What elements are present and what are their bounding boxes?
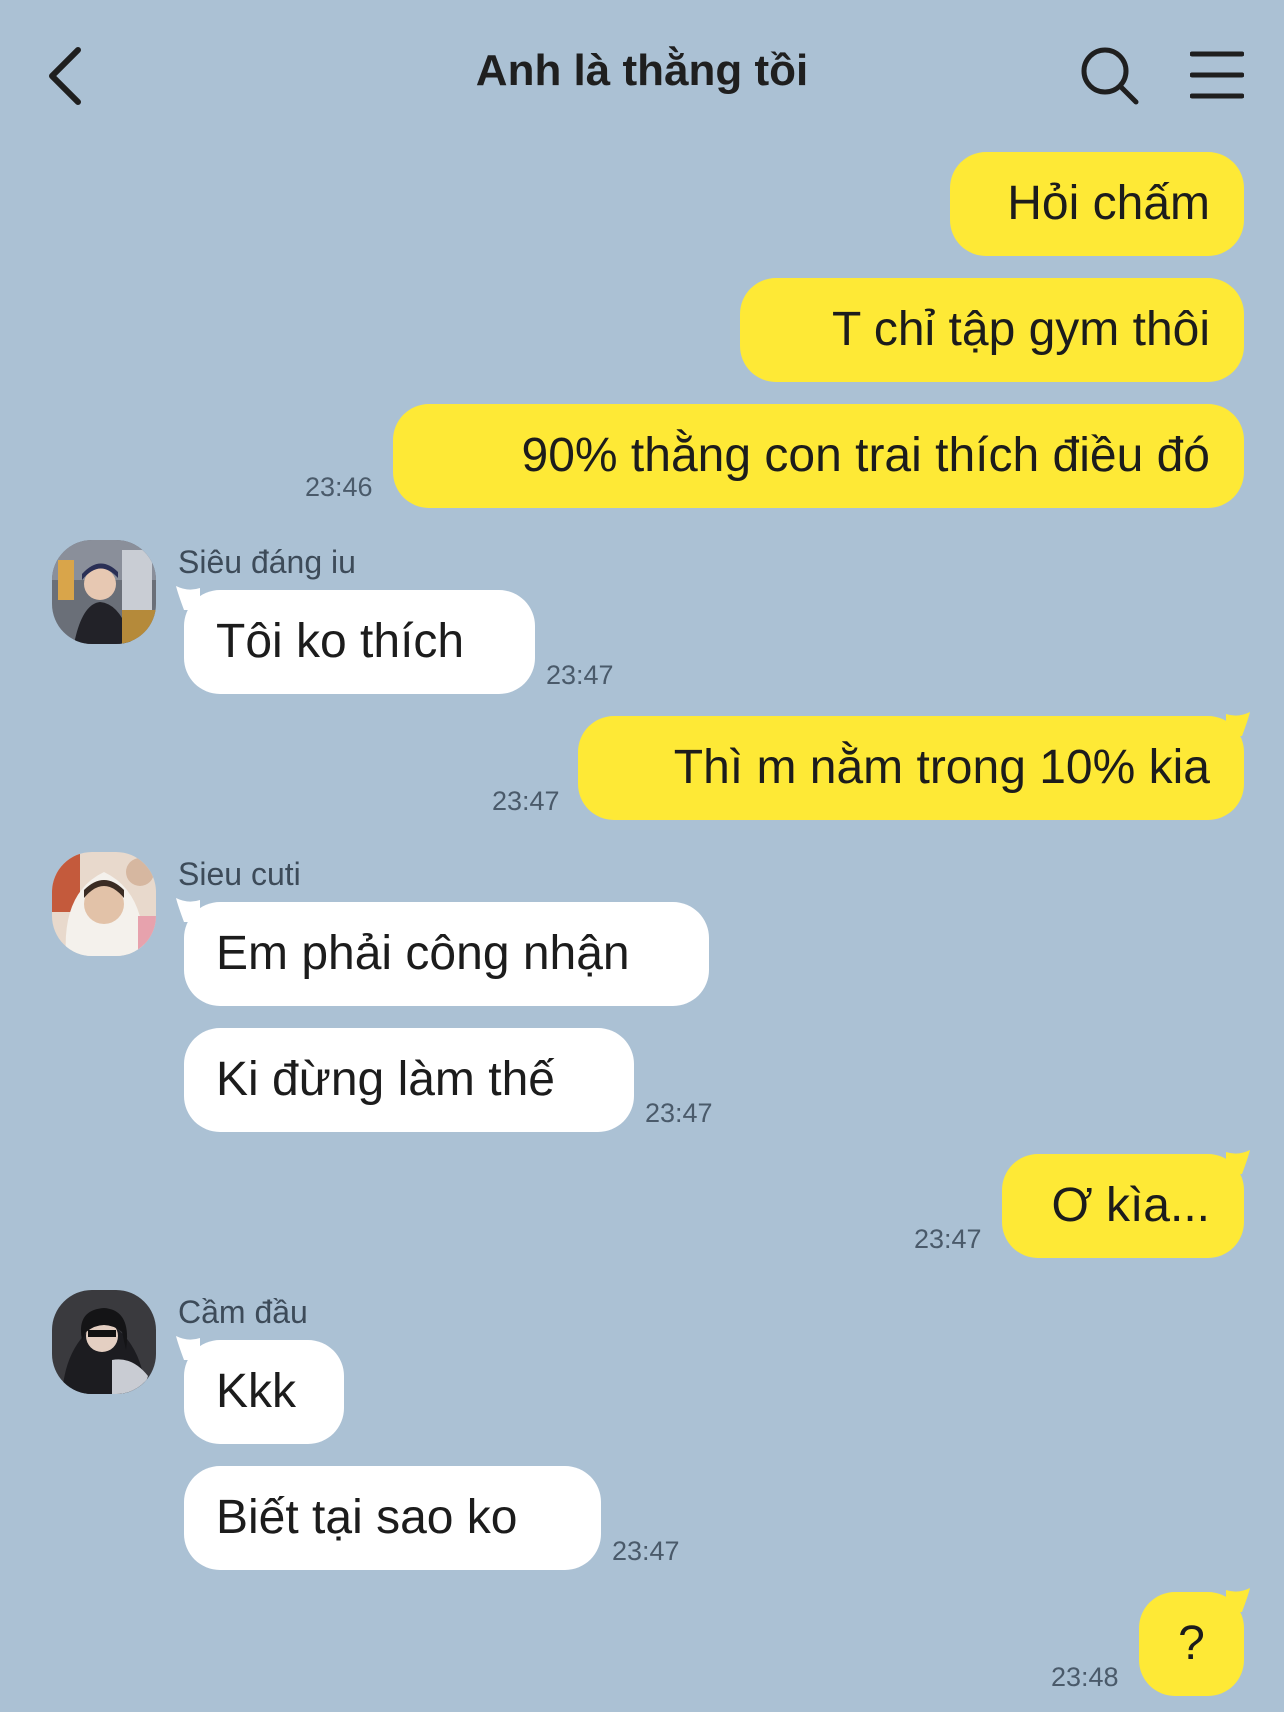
outgoing-message[interactable]: Hỏi chấm <box>950 152 1244 256</box>
incoming-message[interactable]: Kkk <box>184 1340 344 1444</box>
message-time: 23:47 <box>546 660 614 690</box>
sender-name: Sieu cuti <box>178 856 301 892</box>
message-time: 23:47 <box>914 1224 982 1254</box>
outgoing-message[interactable]: Thì m nằm trong 10% kia <box>578 716 1244 820</box>
incoming-message[interactable]: Biết tại sao ko <box>184 1466 601 1570</box>
incoming-message[interactable]: Em phải công nhận <box>184 902 709 1006</box>
search-button[interactable] <box>1078 44 1142 108</box>
sender-name: Cầm đầu <box>178 1294 308 1330</box>
message-text: 90% thằng con trai thích điều đó <box>521 429 1210 482</box>
sender-name: Siêu đáng iu <box>178 544 356 580</box>
message-time: 23:47 <box>645 1098 713 1128</box>
message-text: Biết tại sao ko <box>216 1491 518 1544</box>
message-text: T chỉ tập gym thôi <box>832 303 1210 356</box>
message-time: 23:48 <box>1051 1662 1119 1692</box>
message-time: 23:47 <box>492 786 560 816</box>
chat-header: Anh là thằng tồi <box>0 0 1284 150</box>
message-text: Hỏi chấm <box>1007 177 1210 230</box>
incoming-message[interactable]: Tôi ko thích <box>184 590 535 694</box>
bubble-tail <box>1226 1150 1250 1174</box>
message-time: 23:46 <box>305 472 373 502</box>
outgoing-message[interactable]: 90% thằng con trai thích điều đó <box>393 404 1244 508</box>
outgoing-message[interactable]: Ơ kìa... <box>1002 1154 1244 1258</box>
message-text: Ki đừng làm thế <box>216 1053 555 1106</box>
message-text: Thì m nằm trong 10% kia <box>673 741 1210 794</box>
message-text: ? <box>1178 1617 1205 1670</box>
message-text: Em phải công nhận <box>216 927 630 980</box>
avatar[interactable] <box>52 1290 156 1394</box>
avatar[interactable] <box>52 540 156 644</box>
message-time: 23:47 <box>612 1536 680 1566</box>
avatar-photo <box>52 1290 156 1394</box>
search-icon <box>1081 47 1139 105</box>
outgoing-message[interactable]: T chỉ tập gym thôi <box>740 278 1244 382</box>
incoming-message[interactable]: Ki đừng làm thế <box>184 1028 634 1132</box>
menu-icon <box>1189 51 1245 99</box>
menu-button[interactable] <box>1189 48 1245 102</box>
message-text: Tôi ko thích <box>216 615 465 668</box>
avatar[interactable] <box>52 852 156 956</box>
message-text: Ơ kìa... <box>1051 1179 1210 1232</box>
bubble-tail <box>1226 1588 1250 1612</box>
avatar-photo <box>52 540 156 644</box>
bubble-tail <box>1226 712 1250 736</box>
avatar-photo <box>52 852 156 956</box>
message-text: Kkk <box>216 1365 297 1418</box>
